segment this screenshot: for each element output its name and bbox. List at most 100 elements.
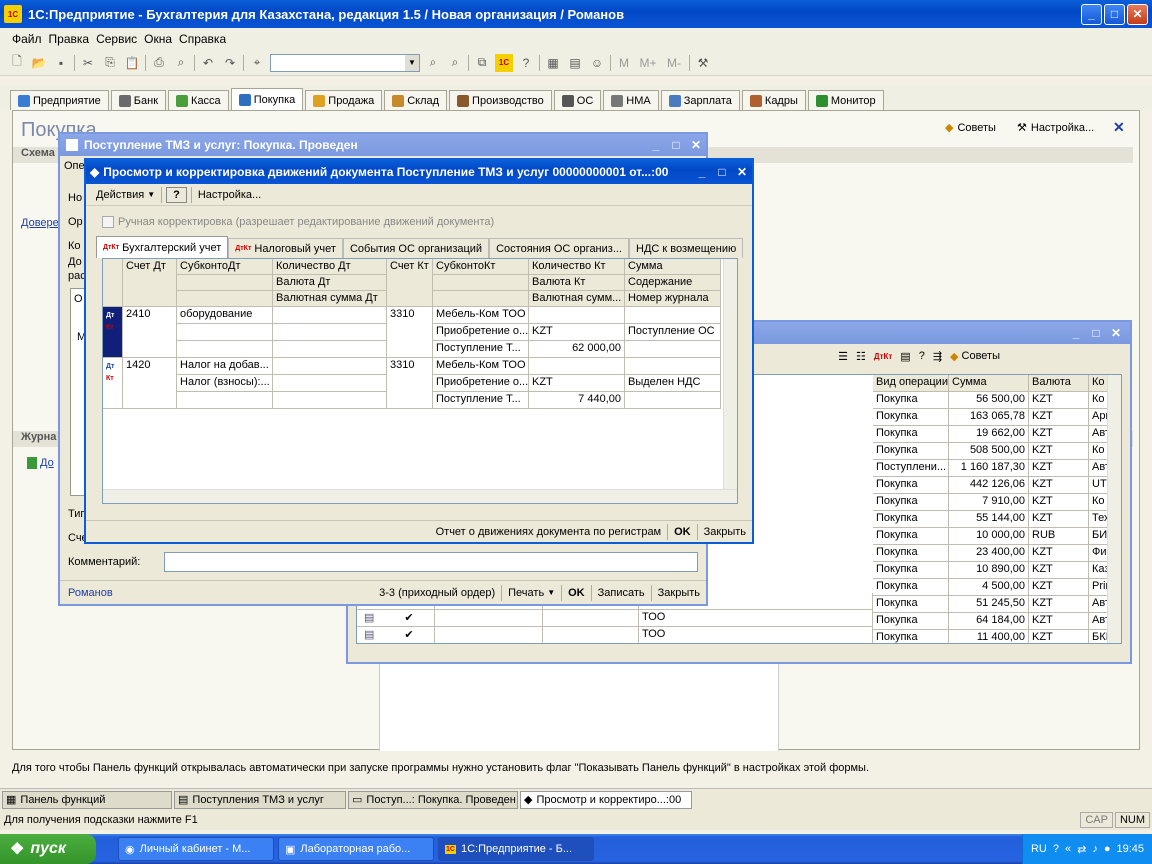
- row-marker-dt-kt-icon[interactable]: Дт Кт: [103, 358, 123, 409]
- cut-icon[interactable]: ✂: [79, 54, 97, 72]
- cell-operation[interactable]: Покупка: [873, 613, 949, 630]
- menu-service[interactable]: Сервис: [96, 32, 137, 46]
- col-header-valsum-kt[interactable]: Валютная сумм...: [529, 291, 625, 307]
- col-header-kol-dt[interactable]: Количество Дт: [273, 259, 387, 275]
- tools-icon[interactable]: ⚒: [694, 54, 712, 72]
- switch-movements[interactable]: ◆ Просмотр и корректиро...:00: [520, 790, 692, 809]
- calculator-icon[interactable]: ▦: [544, 54, 562, 72]
- cell-operation[interactable]: Поступлени...: [873, 460, 949, 477]
- calendar-icon[interactable]: ▤: [566, 54, 584, 72]
- task-browser[interactable]: ◉ Личный кабинет - М...: [118, 837, 274, 861]
- cell-kol-kt[interactable]: KZT: [529, 375, 625, 392]
- help-1c-icon[interactable]: 1C: [495, 53, 513, 72]
- memory-minus-icon[interactable]: M-: [663, 54, 685, 72]
- col-header-val-dt[interactable]: Валюта Дт: [273, 275, 387, 291]
- manual-correction[interactable]: Ручная корректировка (разрешает редактир…: [102, 216, 494, 228]
- tab-kadry[interactable]: Кадры: [741, 90, 806, 110]
- memory-m-icon[interactable]: M: [615, 54, 633, 72]
- cell-kol-kt[interactable]: KZT: [529, 324, 625, 341]
- close-button[interactable]: ✕: [686, 138, 706, 152]
- cell-kol-kt[interactable]: [529, 358, 625, 375]
- paste-icon[interactable]: 📋: [123, 54, 141, 72]
- report-icon[interactable]: ▤: [900, 350, 910, 363]
- tab-prodazha[interactable]: Продажа: [305, 90, 383, 110]
- cell-subkonto-kt[interactable]: Мебель-Ком ТОО: [433, 358, 529, 375]
- menu-windows[interactable]: Окна: [144, 32, 172, 46]
- row-marker-dt-kt-icon[interactable]: Дт Кт: [103, 307, 123, 358]
- help-question-icon[interactable]: ?: [517, 54, 535, 72]
- movements-vscroll[interactable]: [723, 259, 737, 489]
- task-1c[interactable]: 1C 1С:Предприятие - Б...: [438, 837, 594, 861]
- structure-icon[interactable]: ⇶: [933, 350, 942, 363]
- cell-subkonto-dt[interactable]: Налог (взносы):...: [177, 375, 273, 392]
- cell-currency[interactable]: KZT: [1029, 460, 1089, 477]
- cell-sum[interactable]: 23 400,00: [949, 545, 1029, 562]
- cell-operation[interactable]: Покупка: [873, 426, 949, 443]
- settings-button[interactable]: Настройка...: [192, 184, 267, 205]
- cell-subkonto-dt[interactable]: Налог на добав...: [177, 358, 273, 375]
- cell-kol-kt[interactable]: [529, 307, 625, 324]
- minimize-button[interactable]: _: [692, 165, 712, 179]
- search-combo[interactable]: ▼: [270, 53, 420, 72]
- cell-currency[interactable]: KZT: [1029, 545, 1089, 562]
- manual-checkbox[interactable]: [102, 216, 114, 228]
- find-prev-icon[interactable]: ⌕: [446, 54, 464, 72]
- tab-kassa[interactable]: Касса: [168, 90, 229, 110]
- cell-sum[interactable]: 10 000,00: [949, 528, 1029, 545]
- save-button[interactable]: Записать: [592, 581, 651, 604]
- undo-icon[interactable]: ↶: [199, 54, 217, 72]
- col-header-sum[interactable]: Сумма: [949, 375, 1029, 392]
- col-header-val-kt[interactable]: Валюта Кт: [529, 275, 625, 291]
- tab-os-states[interactable]: Состояния ОС организ...: [489, 238, 629, 258]
- preview-icon[interactable]: ⌕: [172, 54, 190, 72]
- close-movements-button[interactable]: Закрыть: [698, 521, 752, 542]
- col-header-schet-kt[interactable]: Счет Кт: [387, 259, 433, 307]
- col-header-currency[interactable]: Валюта: [1029, 375, 1089, 392]
- cell-sum[interactable]: 11 400,00: [949, 630, 1029, 643]
- panel-close-icon[interactable]: ✕: [1113, 119, 1125, 136]
- cell-operation[interactable]: Покупка: [873, 562, 949, 579]
- cell-kol-kt[interactable]: 62 000,00: [529, 341, 625, 358]
- cell-operation[interactable]: Покупка: [873, 545, 949, 562]
- tab-zarplata[interactable]: Зарплата: [660, 90, 740, 110]
- cell-sum[interactable]: 55 144,00: [949, 511, 1029, 528]
- cell-schet-dt[interactable]: 1420: [123, 358, 177, 409]
- cell-currency[interactable]: KZT: [1029, 494, 1089, 511]
- cell-operation[interactable]: Покупка: [873, 511, 949, 528]
- cell-operation[interactable]: Покупка: [873, 409, 949, 426]
- minimize-button[interactable]: _: [1066, 326, 1086, 340]
- cell-sum[interactable]: 64 184,00: [949, 613, 1029, 630]
- cell-operation[interactable]: Покупка: [873, 528, 949, 545]
- network-icon[interactable]: ⇄: [1077, 843, 1086, 856]
- cell-date[interactable]: [435, 627, 543, 643]
- cell-currency[interactable]: KZT: [1029, 409, 1089, 426]
- cell-currency[interactable]: RUB: [1029, 528, 1089, 545]
- menu-help[interactable]: Справка: [179, 32, 226, 46]
- cell-sum[interactable]: 51 245,50: [949, 596, 1029, 613]
- col-header-summa[interactable]: Сумма: [625, 259, 721, 275]
- cell-subkonto-kt[interactable]: Поступление Т...: [433, 341, 529, 358]
- tab-nds[interactable]: НДС к возмещению: [629, 238, 744, 258]
- tab-nma[interactable]: НМА: [603, 90, 659, 110]
- panel-sovety-button[interactable]: ◆ Советы: [945, 121, 996, 135]
- cell-currency[interactable]: KZT: [1029, 426, 1089, 443]
- tray-arrow-icon[interactable]: «: [1065, 843, 1071, 855]
- cell-contractor[interactable]: ТОО: [639, 610, 873, 627]
- maximize-button[interactable]: □: [1104, 3, 1125, 25]
- cell-sum[interactable]: 4 500,00: [949, 579, 1029, 596]
- actions-menu-button[interactable]: Действия ▼: [90, 184, 161, 205]
- cell-kol-kt[interactable]: 7 440,00: [529, 392, 625, 409]
- cell-sum[interactable]: 10 890,00: [949, 562, 1029, 579]
- copy-icon[interactable]: ⎘: [101, 54, 119, 72]
- cell-currency[interactable]: KZT: [1029, 630, 1089, 643]
- print-button[interactable]: Печать ▼: [502, 581, 561, 604]
- panel-settings-button[interactable]: ⚒ Настройка...: [1017, 121, 1094, 135]
- menu-file[interactable]: Файл: [12, 32, 42, 46]
- help-button[interactable]: ?: [166, 186, 187, 203]
- cell-currency[interactable]: KZT: [1029, 562, 1089, 579]
- find-icon[interactable]: ⌖: [248, 54, 266, 72]
- new-doc-icon[interactable]: 🗋: [8, 54, 26, 72]
- minimize-button[interactable]: _: [646, 138, 666, 152]
- cell-subkonto-kt[interactable]: Приобретение о...: [433, 324, 529, 341]
- cell-kol-dt[interactable]: [273, 392, 387, 409]
